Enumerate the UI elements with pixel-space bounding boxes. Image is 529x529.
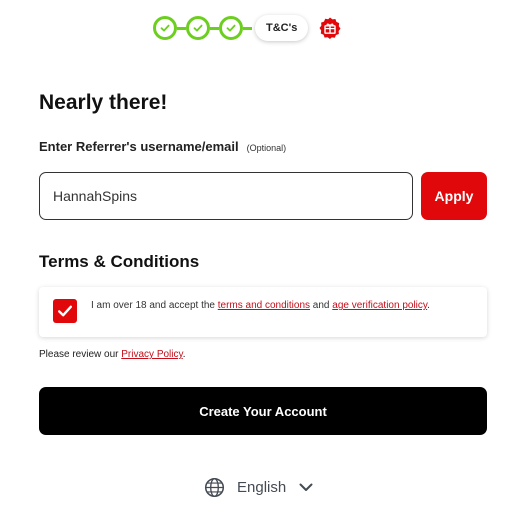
step-connector xyxy=(243,26,252,30)
step-current-tcs: T&C's xyxy=(255,15,309,41)
age-verification-policy-link[interactable]: age verification policy xyxy=(332,300,427,311)
terms-text-end: . xyxy=(427,300,430,311)
terms-text-and: and xyxy=(310,300,333,311)
terms-text-start: I am over 18 and accept the xyxy=(91,300,218,311)
step-connector xyxy=(210,26,219,30)
language-dropdown-toggle[interactable] xyxy=(298,479,314,495)
checkmark-icon xyxy=(58,305,72,317)
step-final xyxy=(318,16,342,40)
referrer-label-row: Enter Referrer's username/email (Optiona… xyxy=(39,139,286,154)
progress-stepper: T&C's xyxy=(153,14,342,42)
gift-icon xyxy=(319,17,341,39)
privacy-notice: Please review our Privacy Policy. xyxy=(39,349,186,360)
privacy-text-end: . xyxy=(182,349,186,360)
step-connector xyxy=(177,26,186,30)
optional-tag: (Optional) xyxy=(246,143,287,153)
language-selector[interactable]: English xyxy=(204,476,314,498)
check-icon xyxy=(160,24,170,32)
check-icon xyxy=(193,24,203,32)
chevron-down-icon xyxy=(299,483,313,491)
privacy-policy-link[interactable]: Privacy Policy xyxy=(121,349,183,360)
terms-consent-box: I am over 18 and accept the terms and co… xyxy=(39,287,487,337)
globe-icon xyxy=(204,477,225,497)
create-account-button[interactable]: Create Your Account xyxy=(39,387,487,435)
terms-checkbox[interactable] xyxy=(53,299,77,323)
language-label: English xyxy=(237,478,287,496)
page-title: Nearly there! xyxy=(39,91,168,114)
check-icon xyxy=(226,24,236,32)
terms-heading: Terms & Conditions xyxy=(39,252,200,271)
terms-and-conditions-link[interactable]: terms and conditions xyxy=(218,300,310,311)
privacy-text: Please review our xyxy=(39,349,122,360)
terms-text: I am over 18 and accept the terms and co… xyxy=(91,299,471,312)
apply-button[interactable]: Apply xyxy=(421,172,487,220)
referrer-label: Enter Referrer's username/email xyxy=(39,139,239,154)
step-3-complete xyxy=(219,16,243,40)
referrer-input[interactable] xyxy=(39,172,413,220)
step-2-complete xyxy=(186,16,210,40)
step-1-complete xyxy=(153,16,177,40)
